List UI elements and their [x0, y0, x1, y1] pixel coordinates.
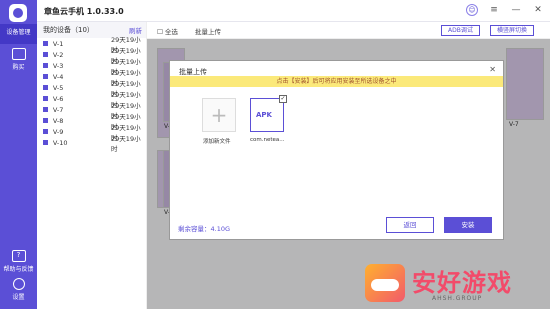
device-name: V-9: [52, 127, 64, 136]
cart-icon: [11, 48, 26, 60]
watermark-subtitle: AHSH.GROUP: [432, 295, 483, 302]
device-list-item[interactable]: V-10 29天19小时: [37, 135, 146, 153]
nav-device-management[interactable]: 设备管理: [0, 24, 37, 44]
toolbar: ☐ 全选 批量上传 ADB调试 横竖屏切换: [147, 22, 550, 39]
select-all-checkbox[interactable]: ☐ 全选: [157, 26, 178, 36]
device-name: V-2: [52, 50, 64, 59]
nav-buy[interactable]: 购买: [0, 48, 37, 71]
device-name: V-4: [52, 72, 64, 81]
plus-icon: +: [210, 103, 228, 127]
nav-help-label: 帮助与反馈: [3, 266, 34, 273]
nav-buy-label: 购买: [12, 64, 25, 71]
watermark-title: 安好游戏: [412, 269, 512, 297]
select-all-label: 全选: [164, 28, 178, 36]
apk-file-card[interactable]: APK ✓: [250, 95, 287, 132]
user-icon[interactable]: ☺: [466, 4, 478, 16]
batch-upload-dialog: 批量上传 ✕ 点击【安装】后可将应用安装至所选设备之中 + 添加新文件 APK …: [169, 60, 504, 240]
device-name: V-5: [52, 83, 64, 92]
apk-badge: APK: [256, 111, 272, 119]
title-bar: 章鱼云手机 1.0.33.0 ☺ ≡ — ✕: [0, 0, 550, 22]
apk-file-name: com.netea...: [250, 137, 285, 143]
checkbox-icon[interactable]: [43, 85, 48, 90]
checkbox-icon[interactable]: [43, 52, 48, 57]
device-name: V-1: [52, 39, 64, 48]
app-logo-icon: [9, 4, 27, 22]
device-name: V-6: [52, 94, 64, 103]
left-navigation: 设备管理 购买 ? 帮助与反馈 设置: [0, 0, 37, 309]
checkbox-icon[interactable]: [43, 118, 48, 123]
device-name: V-10: [52, 138, 68, 147]
sidebar-title: 我的设备（10）: [43, 26, 94, 34]
install-notice: 点击【安装】后可将应用安装至所选设备之中: [170, 76, 503, 87]
device-name: V-8: [52, 116, 64, 125]
app-title: 章鱼云手机 1.0.33.0: [44, 7, 124, 16]
close-icon[interactable]: ✕: [532, 4, 544, 16]
add-file-button[interactable]: +: [202, 98, 236, 132]
checkbox-icon[interactable]: [43, 63, 48, 68]
add-file-label: 添加新文件: [203, 139, 231, 145]
back-button[interactable]: 返回: [386, 217, 434, 233]
device-name: V-3: [52, 61, 64, 70]
adb-debug-button[interactable]: ADB调试: [441, 25, 480, 36]
checkbox-icon[interactable]: [43, 96, 48, 101]
settings-icon: [12, 278, 25, 290]
nav-settings[interactable]: 设置: [0, 278, 37, 301]
nav-settings-label: 设置: [12, 294, 25, 301]
checkbox-icon[interactable]: [43, 129, 48, 134]
device-sidebar: 我的设备（10） 刷新 V-1 29天19小时 V-2 29天19小时 V-3 29天19…: [37, 22, 147, 309]
close-icon[interactable]: ✕: [489, 65, 496, 74]
install-button[interactable]: 安装: [444, 217, 492, 233]
checkbox-icon[interactable]: [43, 41, 48, 46]
device-remaining-time: 29天19小时: [111, 134, 141, 153]
switch-orientation-button[interactable]: 横竖屏切换: [490, 25, 535, 36]
checkbox-icon[interactable]: [43, 107, 48, 112]
device-list: V-1 29天19小时 V-2 29天19小时 V-3 29天19小时 V-4 29天19小时…: [37, 36, 146, 153]
remaining-capacity: 剩余容量：4.10G: [178, 225, 231, 233]
nav-device-management-label: 设备管理: [6, 29, 31, 36]
batch-upload-button[interactable]: 批量上传: [195, 26, 221, 36]
checkbox-icon[interactable]: [43, 140, 48, 145]
menu-icon[interactable]: ≡: [488, 4, 500, 16]
watermark: 安好游戏 AHSH.GROUP: [362, 258, 550, 309]
checkbox-icon[interactable]: ✓: [279, 95, 287, 103]
nav-help[interactable]: ? 帮助与反馈: [0, 250, 37, 273]
minimize-icon[interactable]: —: [510, 4, 522, 16]
gamepad-logo-icon: [365, 264, 405, 302]
window-controls: ☺ ≡ — ✕: [466, 4, 544, 16]
checkbox-icon[interactable]: [43, 74, 48, 79]
help-icon: ?: [11, 250, 26, 262]
device-name: V-7: [52, 105, 64, 114]
